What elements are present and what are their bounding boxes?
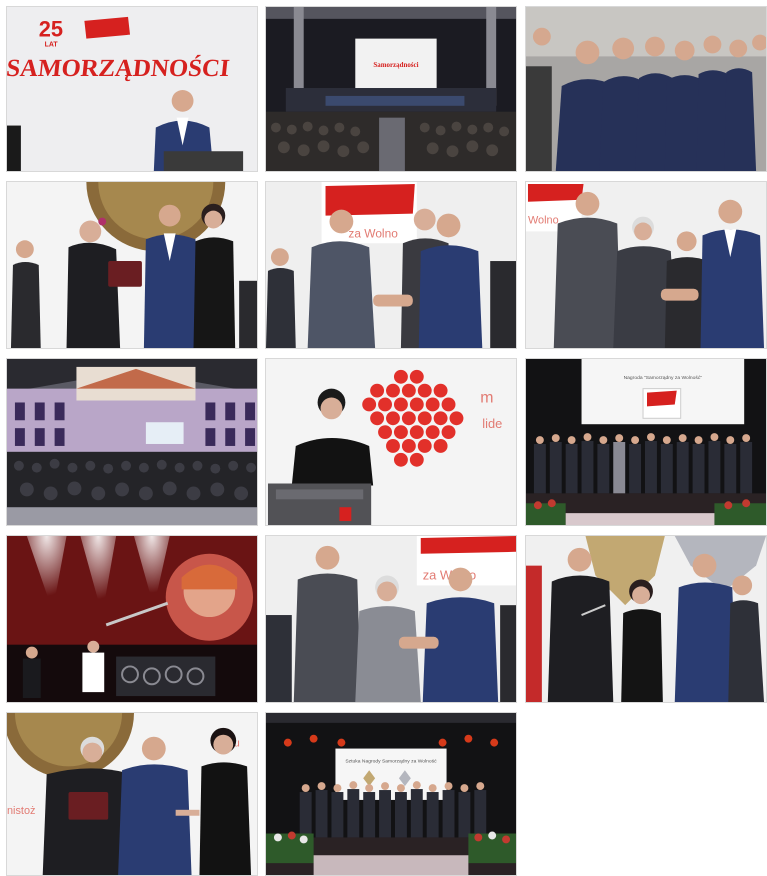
- gallery-photo-8[interactable]: m lide: [265, 358, 517, 526]
- screen-caption: Sztuka Nagrody Samorządny za Wolność: [345, 758, 437, 764]
- gallery-photo-3[interactable]: [525, 6, 767, 172]
- gallery-photo-11[interactable]: za Wolno: [265, 535, 517, 703]
- gallery-photo-2[interactable]: Samorządności: [265, 6, 517, 172]
- gallery-photo-14[interactable]: Sztuka Nagrody Samorządny za Wolność: [265, 712, 517, 876]
- photo-award-presentation: nistoż elu: [7, 713, 257, 875]
- screen-caption: Nagroda "Samorządny za Wolność": [624, 375, 703, 381]
- gallery-photo-1[interactable]: 25 LAT SAMORZĄDNOŚCI: [6, 6, 258, 172]
- photo-award-group: [526, 536, 766, 702]
- sign-small-text: LAT: [45, 42, 59, 49]
- sign-caption: m: [480, 390, 493, 407]
- gallery-photo-4[interactable]: [6, 181, 258, 349]
- gallery-photo-10[interactable]: [6, 535, 258, 703]
- gallery-photo-7[interactable]: [6, 358, 258, 526]
- photo-gallery: 25 LAT SAMORZĄDNOŚCI Samorządności za Wo…: [0, 0, 767, 876]
- photo-courtyard-hall: [7, 359, 257, 525]
- screen-logo-text: Samorządności: [373, 62, 418, 69]
- photo-award-with-bishop: [7, 182, 257, 348]
- photo-final-group-stage: Sztuka Nagrody Samorządny za Wolność: [266, 713, 516, 875]
- sign-number: 25: [39, 17, 63, 42]
- photo-handshake-3: za Wolno: [266, 536, 516, 702]
- gallery-photo-13[interactable]: nistoż elu: [6, 712, 258, 876]
- photo-concert: [7, 536, 257, 702]
- gallery-photo-9[interactable]: Nagroda "Samorządny za Wolność": [525, 358, 767, 526]
- sign-caption: Wolno: [528, 215, 559, 227]
- gallery-photo-5[interactable]: za Wolno: [265, 181, 517, 349]
- photo-seated-guests: [526, 7, 766, 171]
- gallery-photo-6[interactable]: Wolno: [525, 181, 767, 349]
- photo-laureates-on-stage: Nagroda "Samorządny za Wolność": [526, 359, 766, 525]
- photo-handshake-1: za Wolno: [266, 182, 516, 348]
- sign-caption-2: lide: [482, 416, 502, 431]
- photo-speaker-at-podium: 25 LAT SAMORZĄDNOŚCI: [7, 7, 257, 171]
- sign-title: SAMORZĄDNOŚCI: [7, 54, 231, 82]
- sign-caption: nistoż: [7, 805, 35, 817]
- photo-stage-audience: Samorządności: [266, 7, 516, 171]
- photo-woman-at-podium: m lide: [266, 359, 516, 525]
- sign-caption: za Wolno: [348, 226, 398, 240]
- photo-handshake-2: Wolno: [526, 182, 766, 348]
- gallery-photo-12[interactable]: [525, 535, 767, 703]
